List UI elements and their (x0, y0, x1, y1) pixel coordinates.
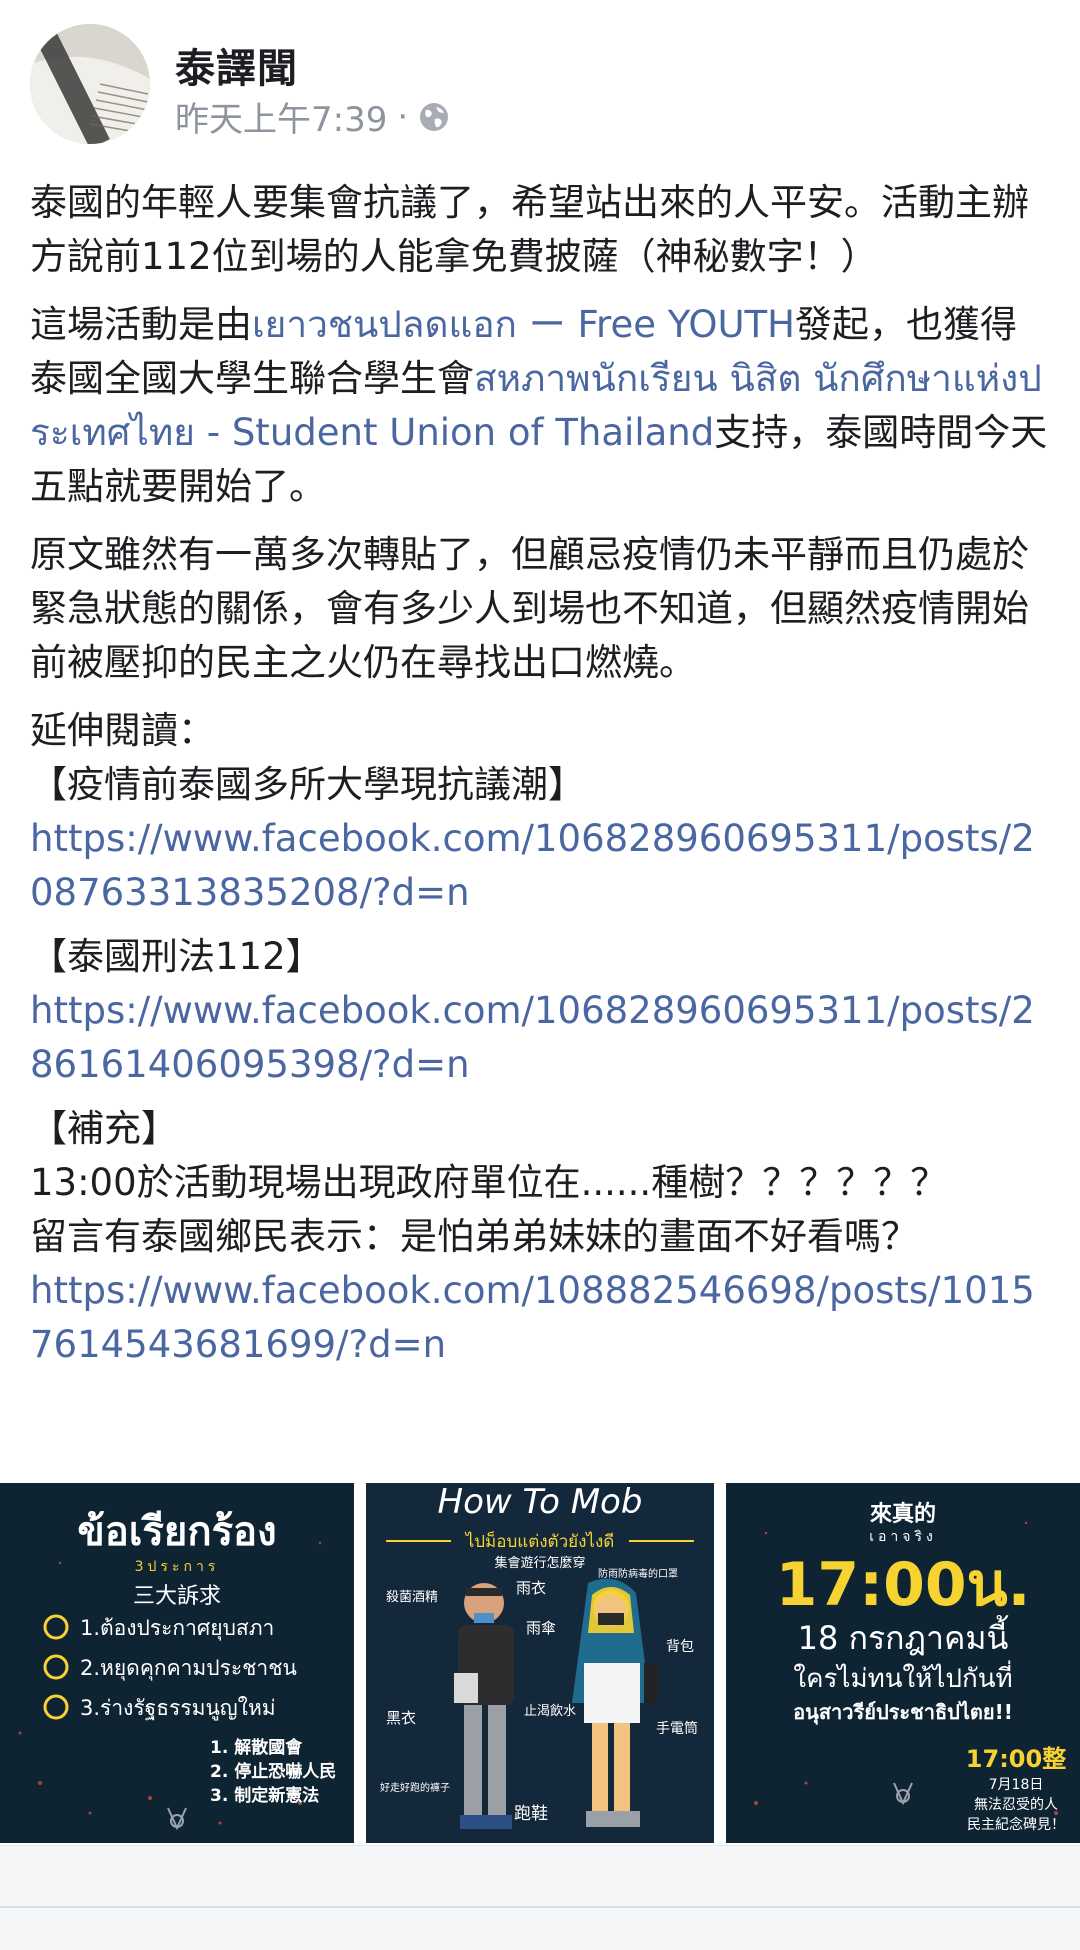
post-paragraph-1: 泰國的年輕人要集會抗議了，希望站出來的人平安。活動主辦方說前112位到場的人能拿… (30, 181, 1029, 278)
rally-top-thai: เอาจริง (869, 1529, 937, 1545)
meta-separator: · (397, 96, 409, 137)
supplement: 【補充】 13:00於活動現場出現政府單位在......種樹？？？？？？ 留言有… (30, 1102, 1050, 1372)
label-sneakers: 跑鞋 (514, 1804, 548, 1824)
demands-title: ข้อเรียกร้อง (77, 1509, 276, 1555)
photo-rally-time[interactable]: 來真的 เอาจริง 17:00น. 18 กรกฎาคมนี้ ใครไม่… (726, 1483, 1080, 1843)
post-meta: 昨天上午7:39 · (175, 92, 450, 141)
demand-cn-2: 2. 停止恐嚇人民 (210, 1761, 336, 1782)
further-reading: 延伸閱讀： 【疫情前泰國多所大學現抗議潮】 https://www.facebo… (30, 704, 1050, 920)
how-to-mob-cn-sub: 集會遊行怎麼穿 (494, 1555, 585, 1571)
demand-item-3: 3.ร่างรัฐธรรมนูญใหม่ (80, 1696, 276, 1721)
p2-text-a: 這場活動是由 (30, 303, 252, 346)
rally-cn-date: 7月18日 (989, 1777, 1044, 1793)
post-paragraph-3: 原文雖然有一萬多次轉貼了，但顧忌疫情仍未平靜而且仍處於緊急狀態的關係，會有多少人… (30, 533, 1029, 684)
rally-line-1: ใครไม่ทนให้ไปกันที่ (793, 1660, 1012, 1694)
post-photo-grid: ข้อเรียกร้อง 3ประการ 三大訴求 1.ต้องประกาศยุ… (0, 1483, 1080, 1843)
demands-subtitle: 3ประการ (135, 1559, 220, 1575)
label-raincoat: 雨衣 (516, 1579, 546, 1597)
demand-item-2: 2.หยุดคุกคามประชาชน (80, 1656, 297, 1681)
rally-cn-line-1: 無法忍受的人 (974, 1797, 1058, 1813)
label-mask: 防雨防病毒的口罩 (598, 1567, 678, 1580)
post-header: 泰譯聞 昨天上午7:39 · (0, 0, 1080, 160)
demand-cn-3: 3. 制定新憲法 (210, 1785, 319, 1806)
globe-icon (420, 102, 449, 131)
supplement-link[interactable]: https://www.facebook.com/108882546698/po… (30, 1269, 1035, 1366)
further-reading-item-2: 【泰國刑法112】 (30, 935, 323, 978)
label-sanitizer: 殺菌酒精 (386, 1590, 438, 1605)
further-reading-2: 【泰國刑法112】 https://www.facebook.com/10682… (30, 930, 1050, 1092)
post-body: 泰國的年輕人要集會抗議了，希望站出來的人平安。活動主辦方說前112位到場的人能拿… (30, 176, 1050, 1386)
further-reading-link-2[interactable]: https://www.facebook.com/106828960695311… (30, 989, 1035, 1086)
rally-line-2: อนุสาวรีย์ประชาธิปไตย!! (793, 1700, 1013, 1725)
how-to-mob-title: How To Mob (438, 1483, 643, 1522)
photo-how-to-mob[interactable]: How To Mob ไปม็อบแต่งตัวยังไงดี 集會遊行怎麼穿 (366, 1483, 714, 1843)
page-name[interactable]: 泰譯聞 (175, 36, 298, 94)
supplement-line-2: 留言有泰國鄉民表示：是怕弟弟妹妹的畫面不好看嗎？ (30, 1215, 918, 1258)
rally-date: 18 กรกฎาคมนี้ (798, 1615, 1010, 1657)
book-photo-icon (30, 24, 150, 144)
label-umbrella: 雨傘 (526, 1619, 556, 1637)
demand-item-1: 1.ต้องประกาศยุบสภา (80, 1616, 274, 1641)
supplement-line-1: 13:00於活動現場出現政府單位在......種樹？？？？？？ (30, 1161, 948, 1204)
rally-cn-time: 17:00整 (966, 1745, 1066, 1773)
reaction-divider (0, 1906, 1080, 1908)
rally-top-cn: 來真的 (870, 1501, 936, 1527)
demands-cn-title: 三大訴求 (133, 1584, 221, 1609)
label-flashlight: 手電筒 (656, 1720, 698, 1737)
free-youth-link[interactable]: เยาวชนปลดแอก ー Free YOUTH (252, 303, 795, 346)
rally-time: 17:00น. (776, 1550, 1031, 1620)
post-paragraph-2: 這場活動是由เยาวชนปลดแอก ー Free YOUTH發起，也獲得泰國全… (30, 298, 1050, 514)
label-clothes: 黑衣 (386, 1709, 416, 1727)
further-reading-link-1[interactable]: https://www.facebook.com/106828960695311… (30, 817, 1035, 914)
reaction-bar (0, 1845, 1080, 1950)
label-water: 止渴飲水 (524, 1703, 576, 1719)
supplement-title: 【補充】 (30, 1107, 178, 1150)
photo-demands[interactable]: ข้อเรียกร้อง 3ประการ 三大訴求 1.ต้องประกาศยุ… (0, 1483, 354, 1843)
how-to-mob-thai-sub: ไปม็อบแต่งตัวยังไงดี (464, 1530, 615, 1552)
further-reading-item-1: 【疫情前泰國多所大學現抗議潮】 (30, 763, 585, 806)
demand-cn-1: 1. 解散國會 (210, 1737, 303, 1758)
label-backpack: 背包 (666, 1639, 694, 1655)
rally-cn-line-2: 民主紀念碑見！ (967, 1816, 1065, 1833)
label-pants: 好走好跑的褲子 (380, 1781, 450, 1794)
post-timestamp[interactable]: 昨天上午7:39 (175, 92, 387, 141)
further-reading-title: 延伸閱讀： (30, 709, 215, 752)
page-avatar[interactable] (30, 24, 150, 144)
